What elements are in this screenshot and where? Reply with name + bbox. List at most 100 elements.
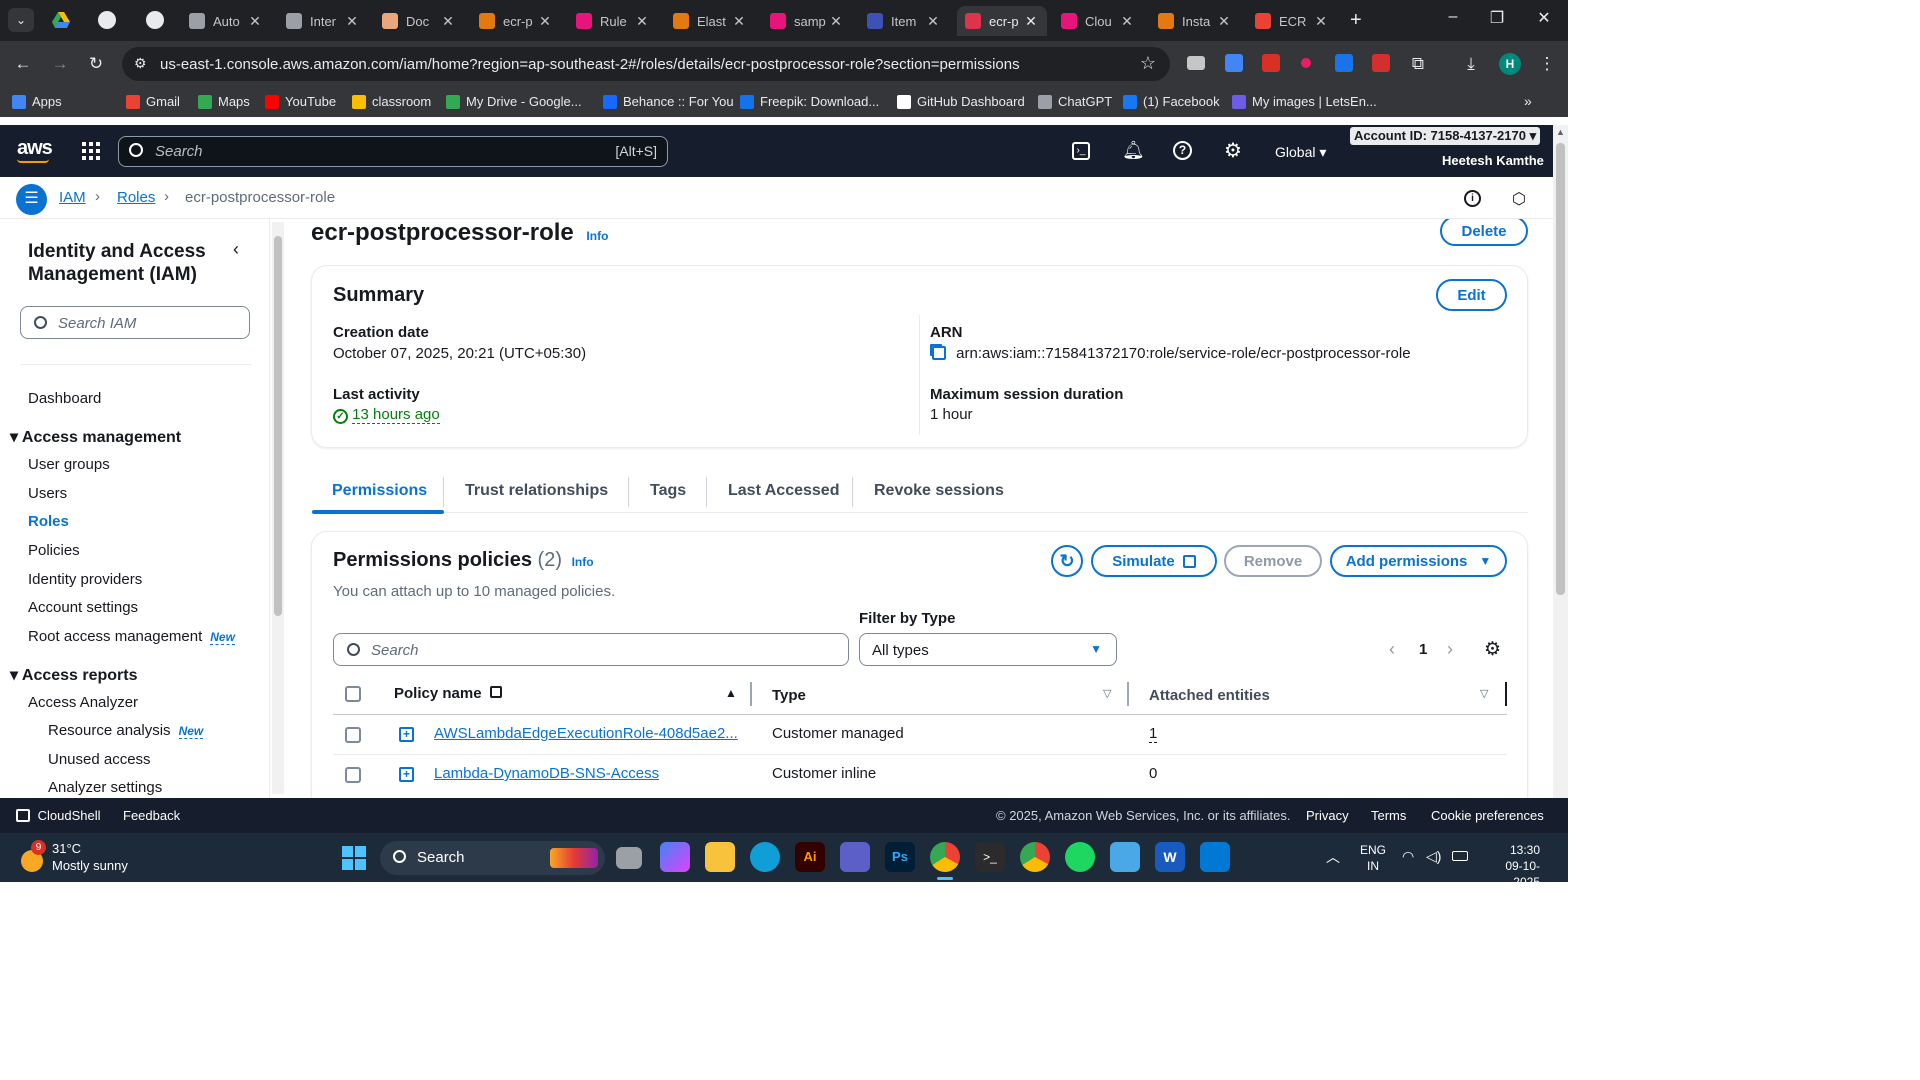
privacy-link[interactable]: Privacy [1306,808,1349,823]
add-permissions-button[interactable]: Add permissions ▼ [1330,545,1507,577]
row-checkbox[interactable] [345,727,361,743]
breadcrumb-iam[interactable]: IAM [59,189,86,206]
chrome-profile-icon[interactable] [1020,842,1050,872]
settings-gear-icon[interactable]: ⚙ [1224,138,1242,163]
pdf-extension-icon[interactable] [1372,54,1390,72]
browser-tab[interactable]: ecr-p ✕ [471,6,561,36]
google-drive-pinned-icon[interactable] [52,12,70,28]
sidebar-item-users[interactable]: Users [28,485,67,502]
browser-tab[interactable]: Elast ✕ [665,6,755,36]
feedback-link[interactable]: Feedback [123,808,180,823]
github-pinned-icon[interactable] [98,11,116,29]
camera-extension-icon[interactable] [1187,56,1205,70]
site-settings-icon[interactable]: ⚙ [134,55,147,72]
notepad-icon[interactable] [1110,842,1140,872]
browser-tab[interactable]: Rule ✕ [568,6,658,36]
next-page-icon[interactable]: › [1447,639,1453,660]
tab-revoke-sessions[interactable]: Revoke sessions [874,482,1004,500]
browser-tab[interactable]: ecr-p ✕ [957,6,1047,36]
bookmark-item[interactable]: Freepik: Download... [740,94,879,109]
sort-icon[interactable]: ▽ [1480,687,1488,700]
downloads-icon[interactable]: ⤓ [1460,53,1482,75]
clock[interactable]: 13:30 09-10-2025 [1484,842,1540,890]
type-filter-select[interactable]: All types ▼ [859,633,1117,666]
sidebar-item-dashboard[interactable]: Dashboard [28,390,101,407]
sidebar-item-identity-providers[interactable]: Identity providers [28,571,142,588]
tab-search-icon[interactable]: ⌄ [8,8,34,32]
page-number[interactable]: 1 [1419,641,1427,658]
close-tab-icon[interactable]: ✕ [925,13,941,30]
close-tab-icon[interactable]: ✕ [828,13,844,30]
services-grid-icon[interactable] [82,142,100,160]
browser-tab[interactable]: Insta ✕ [1150,6,1240,36]
info-panel-icon[interactable]: i [1464,190,1481,207]
close-tab-icon[interactable]: ✕ [731,13,747,30]
bookmark-item[interactable]: Gmail [126,94,180,109]
browser-tab[interactable]: Auto ✕ [181,6,271,36]
start-windows-icon[interactable] [342,846,366,870]
bookmark-item[interactable]: Apps [12,94,62,109]
github-pinned-icon-2[interactable] [146,11,164,29]
chrome-icon[interactable] [930,842,960,872]
illustrator-icon[interactable]: Ai [795,842,825,872]
bookmark-item[interactable]: (1) Facebook [1123,94,1220,109]
vscode-icon[interactable] [1200,842,1230,872]
browser-tab[interactable]: Inter ✕ [278,6,368,36]
browser-tab[interactable]: ECR ✕ [1247,6,1337,36]
remove-button[interactable]: Remove [1224,545,1322,577]
sidebar-item-account-settings[interactable]: Account settings [28,599,138,616]
back-icon[interactable]: ← [12,53,34,75]
browser-tab[interactable]: Doc ✕ [374,6,464,36]
row-checkbox[interactable] [345,767,361,783]
reload-icon[interactable]: ↻ [85,53,107,75]
bookmark-item[interactable]: classroom [352,94,431,109]
page-scrollbar[interactable]: ▲ ▼ [1553,125,1568,833]
sidebar-scroll-thumb[interactable] [274,236,282,616]
close-tab-icon[interactable]: ✕ [1119,13,1135,30]
policy-name-link[interactable]: Lambda-DynamoDB-SNS-Access [434,765,659,782]
search-iam-input[interactable]: Search IAM [20,306,250,339]
bookmark-item[interactable]: Behance :: For You [603,94,734,109]
browser-tab[interactable]: samp ✕ [762,6,852,36]
browser-tab[interactable]: Item ✕ [859,6,949,36]
sidebar-item-policies[interactable]: Policies [28,542,80,559]
user-menu[interactable]: Heetesh Kamthe [1442,153,1544,168]
minimize-icon[interactable]: – [1433,8,1473,26]
show-hidden-icons-chevron-icon[interactable]: ︿ [1326,847,1340,867]
extensions-puzzle-icon[interactable]: ⧉ [1407,53,1429,75]
red-extension-icon[interactable] [1262,54,1280,72]
role-info-link[interactable]: Info [586,229,608,243]
sidebar-scrollbar[interactable] [272,222,284,794]
copy-icon[interactable] [932,346,946,360]
expand-row-icon[interactable]: + [399,767,414,782]
restore-icon[interactable]: ❐ [1477,8,1517,28]
close-tab-icon[interactable]: ✕ [1313,13,1329,30]
forward-icon[interactable]: → [49,53,71,75]
profile-avatar[interactable]: H [1499,53,1521,75]
cloudshell-button[interactable]: CloudShell [16,808,101,823]
permissions-info-link[interactable]: Info [572,555,594,569]
account-id-badge[interactable]: Account ID: 7158-4137-2170 ▾ [1350,127,1540,145]
security-shield-icon[interactable]: ⬡ [1512,189,1526,209]
battery-icon[interactable] [1452,851,1468,861]
address-bar[interactable]: ⚙ us-east-1.console.aws.amazon.com/iam/h… [122,47,1170,81]
language-indicator[interactable]: ENG IN [1360,842,1386,874]
sidebar-item-user-groups[interactable]: User groups [28,456,110,473]
word-icon[interactable]: W [1155,842,1185,872]
bookmark-item[interactable]: ChatGPT [1038,94,1112,109]
copilot-icon[interactable] [660,842,690,872]
region-selector[interactable]: Global ▾ [1275,144,1326,161]
prev-page-icon[interactable]: ‹ [1389,639,1395,660]
attached-entities-cell[interactable]: 1 [1149,725,1158,743]
record-extension-icon[interactable] [1301,58,1311,68]
edge-browser-icon[interactable] [750,842,780,872]
tab-tags[interactable]: Tags [650,482,686,500]
sidebar-item-access-analyzer[interactable]: Access Analyzer [28,694,138,711]
help-icon[interactable]: ? [1173,141,1192,160]
bookmark-item[interactable]: GitHub Dashboard [897,94,1025,109]
tab-trust-relationships[interactable]: Trust relationships [465,482,608,500]
select-all-checkbox[interactable] [345,686,361,702]
wifi-icon[interactable]: ◠ [1402,848,1414,865]
browser-tab[interactable]: Clou ✕ [1053,6,1143,36]
close-tab-icon[interactable]: ✕ [344,13,360,30]
